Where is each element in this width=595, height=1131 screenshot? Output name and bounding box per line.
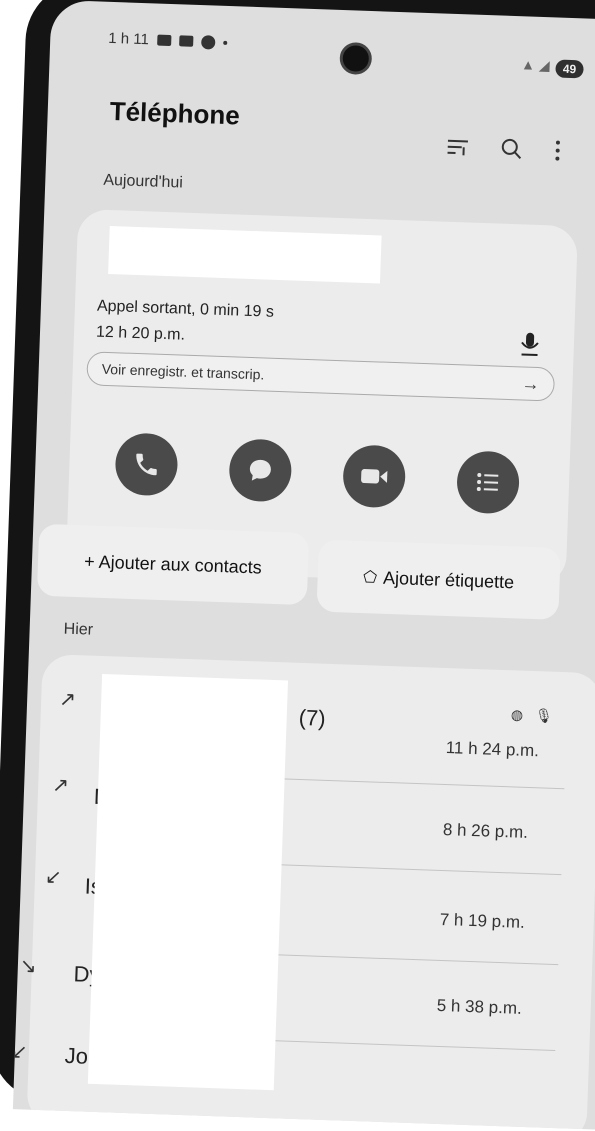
call-count: (7) [298,705,326,732]
add-tag-label: Ajouter étiquette [383,567,515,593]
more-vert-icon [553,139,562,161]
message-indicator-icon: ◍ [511,706,524,723]
chat-icon [246,456,275,485]
outgoing-call-icon: ↗ [52,772,70,798]
call-time: 7 h 19 p.m. [439,910,525,933]
status-time: 1 h 11 [108,30,149,48]
missed-call-icon: ↘ [19,953,37,979]
tag-icon: ⬠ [363,567,378,587]
phone-icon [132,450,161,479]
more-options-button[interactable] [540,133,575,168]
camera-cutout [339,42,372,75]
redacted-contact-name [108,226,382,283]
add-to-contacts-button[interactable]: + Ajouter aux contacts [37,524,309,605]
notification-icon [157,35,171,46]
incoming-call-icon: ↙ [13,1039,28,1065]
call-time: 12 h 20 p.m. [96,324,186,345]
recording-indicator-icon: 🎙 [535,707,553,725]
search-button[interactable] [494,131,529,166]
phone-screen: 1 h 11 ▲ ◢ 49 Téléphone Aujourd'hui Appe… [13,0,595,1131]
call-time: 11 h 24 p.m. [445,738,539,761]
section-header-today: Aujourd'hui [103,172,183,193]
signal-icon: ▲ ◢ [521,56,550,74]
call-time: 8 h 26 p.m. [443,820,529,843]
section-header-yesterday: Hier [63,621,93,640]
add-to-contacts-label: + Ajouter aux contacts [84,551,262,578]
redacted-contact-names [88,674,288,1090]
view-recording-label: Voir enregistr. et transcrip. [102,361,265,383]
outgoing-call-icon: ↗ [59,687,77,713]
incoming-call-icon: ↙ [45,864,63,890]
video-icon [359,465,390,488]
status-bar: 1 h 11 [108,30,227,51]
page-title: Téléphone [109,96,240,132]
notification-icon [201,35,215,49]
notification-icon [179,35,193,46]
list-icon [475,471,502,494]
recording-icon [517,330,542,364]
arrow-right-icon: → [521,373,540,395]
call-time: 5 h 38 p.m. [436,996,522,1019]
filter-button[interactable] [440,130,475,165]
dot-icon [223,40,227,44]
search-icon [499,137,524,162]
add-tag-button[interactable]: ⬠ Ajouter étiquette [316,539,560,619]
battery-icon: 49 [555,59,584,78]
filter-icon [445,137,470,158]
